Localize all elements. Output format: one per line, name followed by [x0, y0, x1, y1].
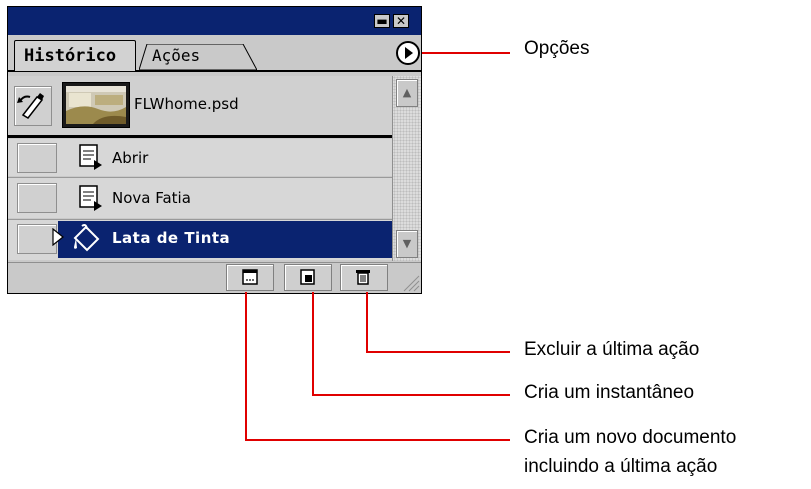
history-source-cell[interactable]: [17, 183, 57, 213]
history-brush-icon: [17, 93, 44, 119]
minimize-button[interactable]: ▬: [374, 14, 390, 28]
history-step-label-selected[interactable]: Lata de Tinta: [112, 229, 230, 247]
history-row[interactable]: [8, 178, 392, 218]
history-state-pointer-icon: [52, 228, 64, 246]
callout-new-document-line1: Cria um novo documento: [524, 427, 737, 448]
history-step-label[interactable]: Nova Fatia: [112, 189, 191, 207]
snapshot-icon: [300, 269, 315, 285]
history-source-cell[interactable]: [17, 224, 57, 254]
history-row[interactable]: [8, 139, 392, 176]
snapshot-divider: [8, 135, 392, 138]
callout-line-snapshot: [312, 292, 314, 396]
new-document-button[interactable]: [226, 264, 274, 291]
callout-new-document-line2: incluindo a última ação: [524, 456, 718, 477]
scroll-down-button[interactable]: ▼: [396, 230, 418, 258]
history-brush-source[interactable]: [14, 86, 52, 126]
trash-icon: [356, 270, 370, 285]
close-icon: ✕: [395, 14, 407, 28]
history-step-label[interactable]: Abrir: [112, 149, 148, 167]
callout-line-new-document: [245, 292, 247, 441]
minimize-icon: ▬: [376, 14, 388, 28]
callout-delete-step: Excluir a última ação: [524, 339, 700, 360]
options-menu-button[interactable]: [396, 41, 420, 65]
create-snapshot-button[interactable]: [284, 264, 332, 291]
tab-acoes[interactable]: Ações: [152, 46, 200, 65]
history-source-cell[interactable]: [17, 143, 57, 173]
new-document-icon: [242, 269, 258, 285]
resize-grip-icon[interactable]: [400, 272, 420, 292]
callout-create-snapshot: Cria um instantâneo: [524, 382, 695, 403]
snapshot-thumbnail: [62, 82, 130, 128]
document-icon: [79, 144, 102, 170]
document-icon: [79, 185, 102, 211]
callout-line-options: [422, 52, 510, 54]
callout-line-delete: [366, 292, 368, 353]
panel-title-bar[interactable]: [8, 7, 421, 35]
tab-historico[interactable]: Histórico: [14, 40, 136, 71]
play-arrow-icon: [405, 47, 413, 59]
chevron-up-icon: ▲: [402, 86, 412, 99]
chevron-down-icon: ▼: [402, 237, 412, 250]
snapshot-filename[interactable]: FLWhome.psd: [134, 95, 239, 113]
scroll-up-button[interactable]: ▲: [396, 79, 418, 107]
delete-step-button[interactable]: [340, 264, 388, 291]
callout-options: Opções: [524, 38, 590, 59]
close-button[interactable]: ✕: [393, 14, 409, 28]
paint-bucket-icon: [73, 224, 100, 252]
